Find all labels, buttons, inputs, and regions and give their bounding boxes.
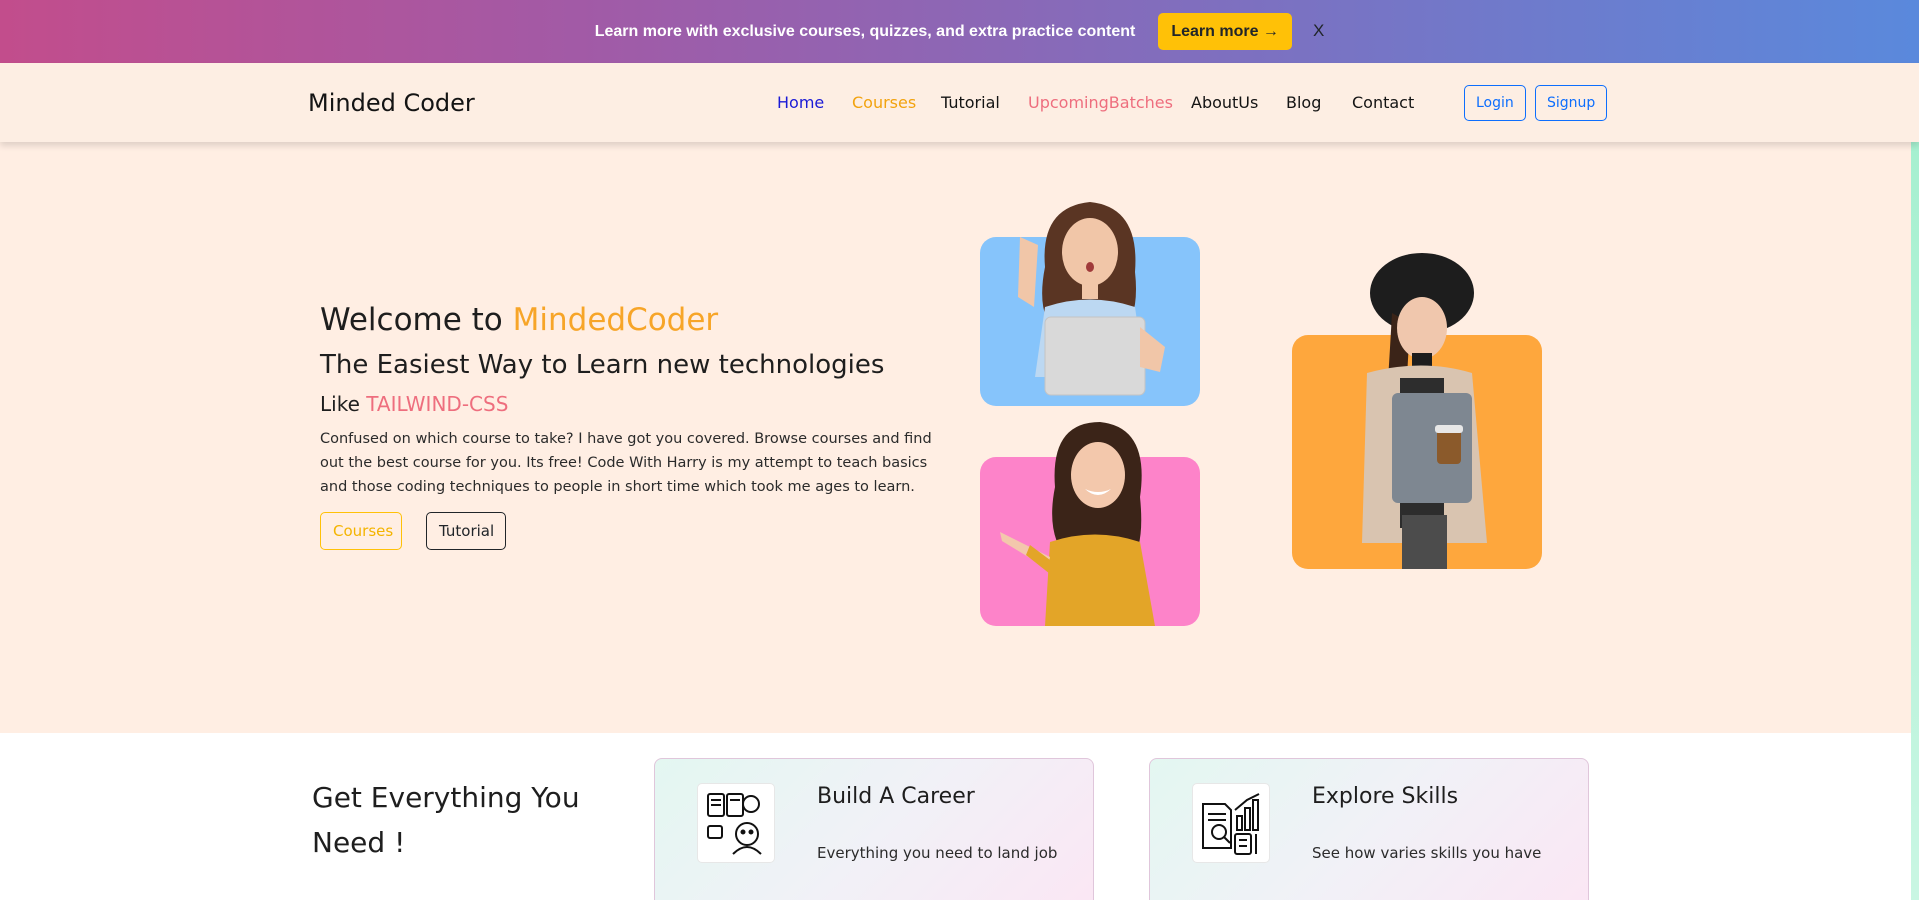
- nav-item-blog[interactable]: Blog: [1286, 93, 1321, 112]
- nav-item-tutorial[interactable]: Tutorial: [941, 93, 1000, 112]
- hero-subtitle: The Easiest Way to Learn new technologie…: [320, 350, 885, 380]
- brand-logo[interactable]: Minded Coder: [308, 89, 475, 117]
- feature-career-text: Everything you need to land job: [817, 844, 1058, 862]
- feature-career-title: Build A Career: [817, 784, 975, 809]
- career-icon: [697, 783, 775, 863]
- feature-card-skills[interactable]: Explore Skills See how varies skills you…: [1149, 758, 1589, 900]
- promo-banner-text: Learn more with exclusive courses, quizz…: [594, 22, 1136, 40]
- hero-welcome-heading: Welcome to MindedCoder: [320, 302, 718, 338]
- hero-section: Welcome to MindedCoder The Easiest Way t…: [0, 142, 1919, 733]
- skills-icon: [1192, 783, 1270, 863]
- nav-item-upcoming-batches[interactable]: UpcomingBatches: [1028, 93, 1173, 112]
- tech-name: TAILWIND-CSS: [366, 392, 509, 416]
- feature-skills-text: See how varies skills you have: [1312, 844, 1542, 862]
- feature-card-career[interactable]: Build A Career Everything you need to la…: [654, 758, 1094, 900]
- hero-description: Confused on which course to take? I have…: [320, 431, 932, 495]
- woman-hat-illustration: [1362, 253, 1487, 569]
- like-prefix: Like: [320, 392, 367, 416]
- login-button[interactable]: Login: [1464, 85, 1526, 121]
- signup-button[interactable]: Signup: [1535, 85, 1608, 121]
- promo-banner: Learn more with exclusive courses, quizz…: [0, 0, 1919, 63]
- welcome-brand: MindedCoder: [512, 302, 719, 338]
- hero-tech-line: Like TAILWIND-CSS: [320, 392, 508, 416]
- features-section: Get Everything You Need ! Build A Career…: [0, 733, 1919, 900]
- features-title: Get Everything You Need !: [312, 781, 580, 859]
- navbar: Minded Coder Home Courses Tutorial Upcom…: [0, 63, 1919, 142]
- learn-more-button[interactable]: Learn more →: [1158, 13, 1292, 50]
- nav-item-courses[interactable]: Courses: [852, 93, 916, 112]
- welcome-prefix: Welcome to: [320, 302, 513, 338]
- hero-image-woman-laptop: [980, 202, 1200, 406]
- close-banner-button[interactable]: X: [1313, 21, 1324, 41]
- page-scrollbar[interactable]: [1911, 142, 1919, 900]
- feature-skills-title: Explore Skills: [1312, 784, 1459, 809]
- hero-courses-button[interactable]: Courses: [320, 512, 402, 550]
- nav-item-contact[interactable]: Contact: [1352, 93, 1414, 112]
- nav-item-home[interactable]: Home: [777, 93, 824, 112]
- hero-image-woman-hat: [1292, 253, 1542, 569]
- woman-laptop-illustration: [1018, 202, 1165, 396]
- hero-tutorial-button[interactable]: Tutorial: [426, 512, 506, 550]
- nav-item-about-us[interactable]: AboutUs: [1191, 93, 1258, 112]
- woman-pointing-illustration: [1000, 422, 1155, 626]
- hero-image-woman-pointing: [980, 422, 1200, 626]
